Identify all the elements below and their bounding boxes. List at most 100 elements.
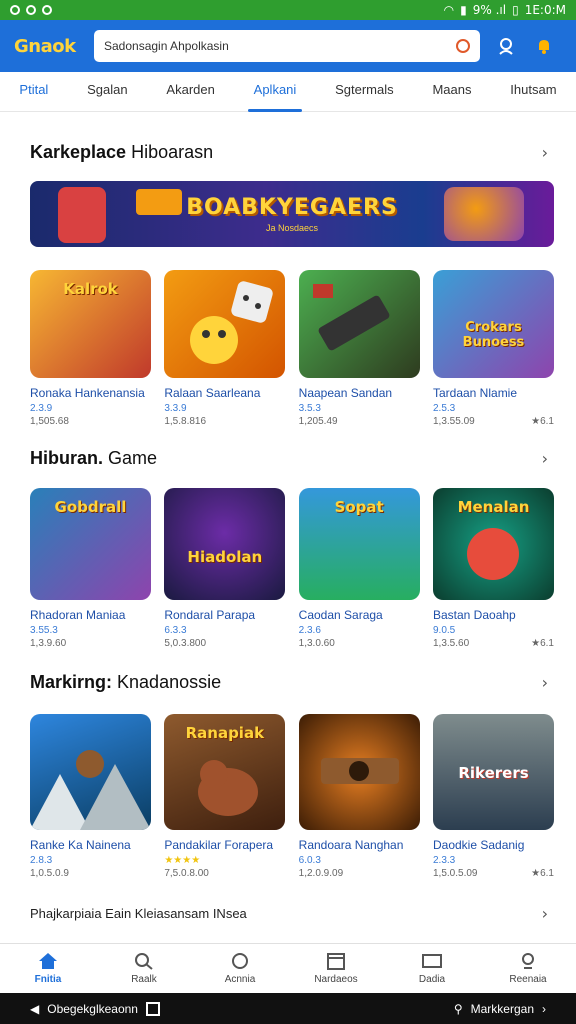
chevron-right-icon[interactable]: › (542, 904, 548, 923)
tab-ihutsam[interactable]: Ihutsam (504, 72, 562, 112)
tab-ptital[interactable]: Ptital (13, 72, 54, 112)
chevron-right-icon[interactable]: › (542, 449, 548, 468)
app-card[interactable]: Randoara Nanghan 6.0.3 1,2.0.9.09 (298, 714, 420, 879)
category-tabs: Ptital Sgalan Akarden Aplkani Sgtermals … (0, 72, 576, 112)
app-thumbnail[interactable] (30, 714, 151, 830)
app-title[interactable]: Tardaan Nlamie (433, 386, 554, 400)
nav-item-search[interactable]: Raalk (104, 952, 184, 985)
app-title[interactable]: Rondaral Parapa (164, 608, 285, 622)
section-title-text: Hiburan. (30, 448, 104, 468)
app-title[interactable]: Ronaka Hankenansia (30, 386, 151, 400)
app-thumbnail[interactable]: Crokars Bunoess (432, 270, 554, 378)
app-thumbnail[interactable]: Gobdrall (30, 488, 151, 600)
promo-banner[interactable]: BOABKYEGAERS Ja Nosdaecs (30, 181, 554, 247)
app-downloads: 1,205.49 (299, 416, 420, 427)
app-thumbnail[interactable] (298, 270, 420, 378)
nav-label: Dadia (418, 974, 446, 985)
app-rating: 2.8.3 (30, 855, 53, 866)
section-title-entertainment: Hiburan. Game (30, 448, 157, 469)
app-grid: Gobdrall Rhadoran Maniaa 3.55.3 1,3.9.60… (30, 488, 554, 649)
extra-rating: ★6.1 (531, 638, 554, 649)
nav-item-message[interactable]: Dadia (392, 952, 472, 985)
app-logo[interactable]: Gnaok (14, 36, 80, 57)
chat-icon (232, 953, 248, 969)
message-icon (422, 954, 442, 968)
app-card[interactable]: Ranapiak Pandakilar Forapera ★★★★ 7,5.0.… (164, 714, 286, 879)
tab-maans[interactable]: Maans (426, 72, 477, 112)
thumbnail-label: Rikerers (458, 764, 529, 782)
tab-sgtermals[interactable]: Sgtermals (329, 72, 400, 112)
app-thumbnail[interactable]: Kalrok (30, 270, 151, 378)
app-thumbnail[interactable] (298, 714, 420, 830)
download-count: 1,2.0.9.09 (298, 868, 344, 879)
back-icon[interactable]: ◀ (30, 1002, 39, 1016)
tab-aplkani[interactable]: Aplkani (247, 72, 303, 112)
bottom-navigation: Fnitia Raalk Acnnia Nardaeos Dadia Reena… (0, 943, 576, 993)
app-thumbnail[interactable] (164, 270, 286, 378)
download-count: 1,3.9.60 (30, 638, 67, 649)
section-subtitle: Game (108, 448, 158, 468)
chevron-right-icon[interactable]: › (542, 673, 548, 692)
app-title[interactable]: Ranke Ka Nainena (30, 838, 151, 852)
app-rating: ★★★★ (164, 855, 201, 866)
app-title[interactable]: Naapean Sandan (299, 386, 420, 400)
download-count: 7,5.0.8.00 (164, 868, 209, 879)
search-input[interactable] (104, 39, 434, 53)
search-bar[interactable] (94, 30, 480, 62)
app-downloads: 5,0.3.800 (164, 638, 285, 649)
app-downloads: 1,5.8.816 (164, 416, 285, 427)
download-count: 1,3.0.60 (298, 638, 335, 649)
app-card[interactable]: Kalrok Ronaka Hankenansia 2.3.9 1,505.68 (30, 270, 151, 427)
app-card[interactable]: Gobdrall Rhadoran Maniaa 3.55.3 1,3.9.60 (30, 488, 151, 649)
nav-label: Fnitia (34, 974, 62, 985)
nav-item-chat[interactable]: Acnnia (200, 952, 280, 985)
app-thumbnail[interactable]: Ranapiak (164, 714, 286, 830)
app-card[interactable]: Naapean Sandan 3.5.3 1,205.49 (298, 270, 420, 427)
app-thumbnail[interactable]: Menalan (432, 488, 554, 600)
nav-item-profile[interactable]: Reenaia (488, 952, 568, 985)
app-card[interactable]: Rikerers Daodkie Sadanig 2.3.3 1,5.0.5.0… (432, 714, 554, 879)
app-title[interactable]: Randoara Nanghan (299, 838, 420, 852)
banner-character-image (444, 187, 524, 241)
home-icon (39, 953, 57, 969)
app-thumbnail[interactable]: Hiadolan (164, 488, 286, 600)
app-card[interactable]: Ranke Ka Nainena 2.8.3 1,0.5.0.9 (30, 714, 151, 879)
chevron-right-icon[interactable]: › (542, 143, 548, 162)
app-downloads: 1,3.9.60 (30, 638, 151, 649)
download-count: 1,3.55.09 (432, 416, 475, 427)
app-thumbnail[interactable]: Rikerers (432, 714, 554, 830)
system-left-text[interactable]: Obegekglkeaonn (47, 1002, 138, 1016)
bell-icon[interactable] (532, 34, 556, 58)
nav-item-calendar[interactable]: Nardaeos (296, 952, 376, 985)
app-downloads: 7,5.0.8.00 (164, 868, 285, 879)
app-thumbnail[interactable]: Sopat (298, 488, 420, 600)
app-card[interactable]: Menalan Bastan Daoahp 9.0.5 1,3.5.60 ★6.1 (432, 488, 554, 649)
app-card[interactable]: Sopat Caodan Saraga 2.3.6 1,3.0.60 (298, 488, 420, 649)
bottom-link[interactable]: Phajkarpiaia Eain Kleiasansam INsea (30, 906, 247, 921)
user-icon[interactable] (494, 34, 518, 58)
system-right-text[interactable]: Markkergan (471, 1002, 534, 1016)
app-title[interactable]: Pandakilar Forapera (164, 838, 285, 852)
section-subtitle: Knadanossie (117, 672, 222, 692)
app-card[interactable]: Crokars Bunoess Tardaan Nlamie 2.5.3 1,3… (432, 270, 554, 427)
app-title[interactable]: Ralaan Saarleana (164, 386, 285, 400)
chevron-right-icon[interactable]: › (542, 1002, 546, 1016)
thumbnail-label: Hiadolan (187, 548, 263, 566)
app-title[interactable]: Rhadoran Maniaa (30, 608, 151, 622)
app-title[interactable]: Bastan Daoahp (433, 608, 554, 622)
nav-item-home[interactable]: Fnitia (8, 952, 88, 985)
tab-akarden[interactable]: Akarden (160, 72, 220, 112)
app-card[interactable]: Hiadolan Rondaral Parapa 6.3.3 5,0.3.800 (164, 488, 286, 649)
profile-icon (522, 953, 534, 969)
search-icon[interactable] (456, 39, 470, 53)
app-title[interactable]: Daodkie Sadanig (433, 838, 554, 852)
external-icon[interactable] (145, 1001, 160, 1016)
download-count: 1,3.5.60 (432, 638, 470, 649)
search-icon[interactable]: ⚲ (454, 1002, 463, 1016)
tab-sgalan[interactable]: Sgalan (81, 72, 133, 112)
app-title[interactable]: Caodan Saraga (299, 608, 420, 622)
app-card[interactable]: Ralaan Saarleana 3.3.9 1,5.8.816 (164, 270, 286, 427)
download-count: 1,0.5.0.9 (30, 868, 69, 879)
section-title-text: Karkeplace (30, 142, 127, 162)
app-rating: 3.55.3 (30, 625, 58, 636)
